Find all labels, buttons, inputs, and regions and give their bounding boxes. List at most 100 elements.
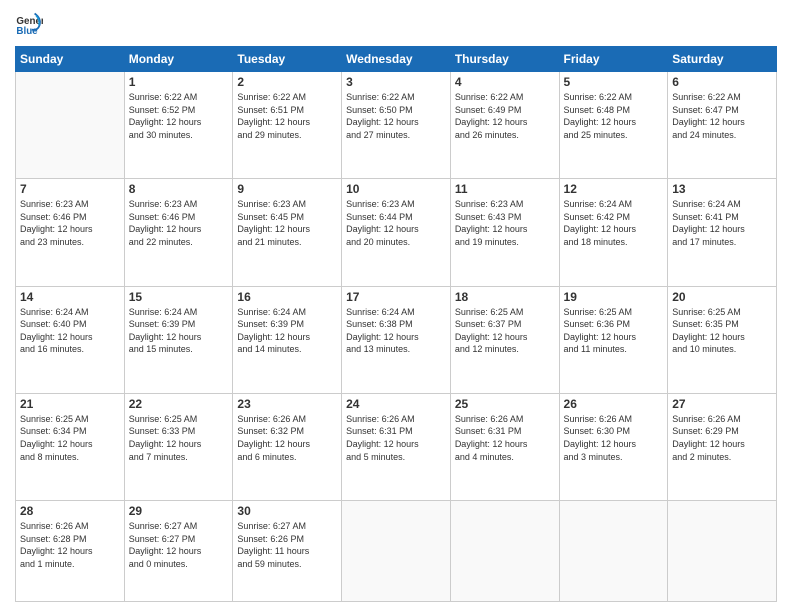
day-info: Sunrise: 6:26 AM Sunset: 6:31 PM Dayligh… [455, 413, 555, 463]
day-info: Sunrise: 6:23 AM Sunset: 6:43 PM Dayligh… [455, 198, 555, 248]
day-info: Sunrise: 6:22 AM Sunset: 6:48 PM Dayligh… [564, 91, 664, 141]
day-info: Sunrise: 6:26 AM Sunset: 6:28 PM Dayligh… [20, 520, 120, 570]
day-number: 30 [237, 504, 337, 518]
day-info: Sunrise: 6:24 AM Sunset: 6:39 PM Dayligh… [237, 306, 337, 356]
weekday-header-row: SundayMondayTuesdayWednesdayThursdayFrid… [16, 47, 777, 72]
day-cell: 6Sunrise: 6:22 AM Sunset: 6:47 PM Daylig… [668, 72, 777, 179]
day-cell: 28 Sunrise: 6:26 AM Sunset: 6:28 PM Dayli… [16, 501, 125, 602]
day-cell: 21 Sunrise: 6:25 AM Sunset: 6:34 PM Dayli… [16, 393, 125, 500]
day-cell: 20 Sunrise: 6:25 AM Sunset: 6:35 PM Dayli… [668, 286, 777, 393]
day-number: 28 [20, 504, 120, 518]
day-cell: 8 Sunrise: 6:23 AM Sunset: 6:46 PM Daylig… [124, 179, 233, 286]
day-number: 5 [564, 75, 664, 89]
day-info: Sunrise: 6:26 AM Sunset: 6:30 PM Dayligh… [564, 413, 664, 463]
week-row-1: 1Sunrise: 6:22 AM Sunset: 6:52 PM Daylig… [16, 72, 777, 179]
day-cell: 18 Sunrise: 6:25 AM Sunset: 6:37 PM Dayli… [450, 286, 559, 393]
day-info: Sunrise: 6:22 AM Sunset: 6:50 PM Dayligh… [346, 91, 446, 141]
weekday-header-saturday: Saturday [668, 47, 777, 72]
calendar: SundayMondayTuesdayWednesdayThursdayFrid… [15, 46, 777, 602]
day-number: 24 [346, 397, 446, 411]
day-info: Sunrise: 6:24 AM Sunset: 6:40 PM Dayligh… [20, 306, 120, 356]
day-info: Sunrise: 6:24 AM Sunset: 6:39 PM Dayligh… [129, 306, 229, 356]
day-number: 10 [346, 182, 446, 196]
day-cell: 13 Sunrise: 6:24 AM Sunset: 6:41 PM Dayli… [668, 179, 777, 286]
day-number: 12 [564, 182, 664, 196]
day-cell [16, 72, 125, 179]
day-number: 19 [564, 290, 664, 304]
day-cell [559, 501, 668, 602]
day-number: 22 [129, 397, 229, 411]
day-number: 27 [672, 397, 772, 411]
day-number: 7 [20, 182, 120, 196]
day-cell: 12Sunrise: 6:24 AM Sunset: 6:42 PM Dayli… [559, 179, 668, 286]
day-info: Sunrise: 6:22 AM Sunset: 6:49 PM Dayligh… [455, 91, 555, 141]
day-cell: 4 Sunrise: 6:22 AM Sunset: 6:49 PM Daylig… [450, 72, 559, 179]
day-number: 11 [455, 182, 555, 196]
day-cell: 7 Sunrise: 6:23 AM Sunset: 6:46 PM Daylig… [16, 179, 125, 286]
day-cell: 3Sunrise: 6:22 AM Sunset: 6:50 PM Daylig… [342, 72, 451, 179]
day-info: Sunrise: 6:25 AM Sunset: 6:33 PM Dayligh… [129, 413, 229, 463]
day-cell: 27 Sunrise: 6:26 AM Sunset: 6:29 PM Dayli… [668, 393, 777, 500]
day-info: Sunrise: 6:26 AM Sunset: 6:29 PM Dayligh… [672, 413, 772, 463]
day-info: Sunrise: 6:27 AM Sunset: 6:26 PM Dayligh… [237, 520, 337, 570]
day-cell: 9Sunrise: 6:23 AM Sunset: 6:45 PM Daylig… [233, 179, 342, 286]
day-info: Sunrise: 6:25 AM Sunset: 6:37 PM Dayligh… [455, 306, 555, 356]
week-row-4: 21 Sunrise: 6:25 AM Sunset: 6:34 PM Dayli… [16, 393, 777, 500]
day-info: Sunrise: 6:25 AM Sunset: 6:35 PM Dayligh… [672, 306, 772, 356]
day-number: 23 [237, 397, 337, 411]
day-info: Sunrise: 6:22 AM Sunset: 6:47 PM Dayligh… [672, 91, 772, 141]
day-number: 26 [564, 397, 664, 411]
weekday-header-friday: Friday [559, 47, 668, 72]
day-cell: 29 Sunrise: 6:27 AM Sunset: 6:27 PM Dayli… [124, 501, 233, 602]
day-info: Sunrise: 6:26 AM Sunset: 6:31 PM Dayligh… [346, 413, 446, 463]
day-number: 17 [346, 290, 446, 304]
day-info: Sunrise: 6:24 AM Sunset: 6:41 PM Dayligh… [672, 198, 772, 248]
day-info: Sunrise: 6:26 AM Sunset: 6:32 PM Dayligh… [237, 413, 337, 463]
day-info: Sunrise: 6:25 AM Sunset: 6:36 PM Dayligh… [564, 306, 664, 356]
day-info: Sunrise: 6:23 AM Sunset: 6:46 PM Dayligh… [129, 198, 229, 248]
day-info: Sunrise: 6:27 AM Sunset: 6:27 PM Dayligh… [129, 520, 229, 570]
day-info: Sunrise: 6:25 AM Sunset: 6:34 PM Dayligh… [20, 413, 120, 463]
day-cell: 23 Sunrise: 6:26 AM Sunset: 6:32 PM Dayli… [233, 393, 342, 500]
day-cell [450, 501, 559, 602]
day-cell: 14 Sunrise: 6:24 AM Sunset: 6:40 PM Dayli… [16, 286, 125, 393]
day-number: 29 [129, 504, 229, 518]
day-cell: 19 Sunrise: 6:25 AM Sunset: 6:36 PM Dayli… [559, 286, 668, 393]
week-row-3: 14 Sunrise: 6:24 AM Sunset: 6:40 PM Dayli… [16, 286, 777, 393]
weekday-header-tuesday: Tuesday [233, 47, 342, 72]
day-cell: 10 Sunrise: 6:23 AM Sunset: 6:44 PM Dayli… [342, 179, 451, 286]
day-cell: 30 Sunrise: 6:27 AM Sunset: 6:26 PM Dayli… [233, 501, 342, 602]
weekday-header-wednesday: Wednesday [342, 47, 451, 72]
day-cell: 17Sunrise: 6:24 AM Sunset: 6:38 PM Dayli… [342, 286, 451, 393]
day-number: 14 [20, 290, 120, 304]
day-cell: 5 Sunrise: 6:22 AM Sunset: 6:48 PM Daylig… [559, 72, 668, 179]
header: General Blue [15, 10, 777, 38]
day-number: 25 [455, 397, 555, 411]
day-info: Sunrise: 6:23 AM Sunset: 6:46 PM Dayligh… [20, 198, 120, 248]
day-cell: 16 Sunrise: 6:24 AM Sunset: 6:39 PM Dayli… [233, 286, 342, 393]
day-info: Sunrise: 6:22 AM Sunset: 6:52 PM Dayligh… [129, 91, 229, 141]
week-row-5: 28 Sunrise: 6:26 AM Sunset: 6:28 PM Dayli… [16, 501, 777, 602]
weekday-header-sunday: Sunday [16, 47, 125, 72]
day-cell [668, 501, 777, 602]
day-info: Sunrise: 6:23 AM Sunset: 6:44 PM Dayligh… [346, 198, 446, 248]
day-cell: 24 Sunrise: 6:26 AM Sunset: 6:31 PM Dayli… [342, 393, 451, 500]
day-cell: 1Sunrise: 6:22 AM Sunset: 6:52 PM Daylig… [124, 72, 233, 179]
day-cell: 22 Sunrise: 6:25 AM Sunset: 6:33 PM Dayli… [124, 393, 233, 500]
day-info: Sunrise: 6:22 AM Sunset: 6:51 PM Dayligh… [237, 91, 337, 141]
day-cell: 11 Sunrise: 6:23 AM Sunset: 6:43 PM Dayli… [450, 179, 559, 286]
day-number: 8 [129, 182, 229, 196]
day-number: 2 [237, 75, 337, 89]
day-number: 20 [672, 290, 772, 304]
day-cell: 25 Sunrise: 6:26 AM Sunset: 6:31 PM Dayli… [450, 393, 559, 500]
weekday-header-thursday: Thursday [450, 47, 559, 72]
day-number: 16 [237, 290, 337, 304]
day-number: 21 [20, 397, 120, 411]
day-number: 4 [455, 75, 555, 89]
day-info: Sunrise: 6:23 AM Sunset: 6:45 PM Dayligh… [237, 198, 337, 248]
day-number: 13 [672, 182, 772, 196]
day-number: 18 [455, 290, 555, 304]
day-number: 15 [129, 290, 229, 304]
week-row-2: 7 Sunrise: 6:23 AM Sunset: 6:46 PM Daylig… [16, 179, 777, 286]
day-cell: 26 Sunrise: 6:26 AM Sunset: 6:30 PM Dayli… [559, 393, 668, 500]
